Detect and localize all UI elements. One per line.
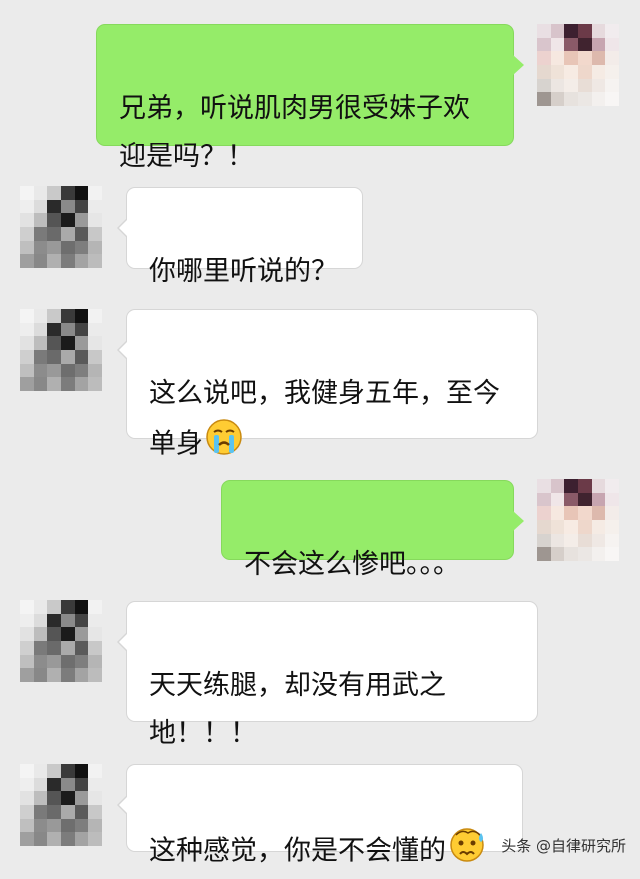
blurred-avatar-image xyxy=(537,479,619,561)
message-bubble-received[interactable]: 天天练腿，却没有用武之 地！！！ xyxy=(117,601,538,749)
sender-avatar[interactable] xyxy=(537,24,619,106)
blurred-avatar-image xyxy=(20,309,102,391)
blurred-avatar-image xyxy=(20,186,102,268)
message-bubble-received[interactable]: 这种感觉，你是不会懂的 xyxy=(117,764,523,867)
message-text: 天天练腿，却没有用武之 地！！！ xyxy=(149,670,446,749)
contact-avatar[interactable] xyxy=(20,309,102,391)
chat-area: 兄弟，听说肌肉男很受妹子欢 迎是吗？！ 你哪里听说的？ 这么说吧，我健身五年，至… xyxy=(0,0,640,870)
message-bubble-sent[interactable]: 兄弟，听说肌肉男很受妹子欢 迎是吗？！ xyxy=(96,24,524,172)
contact-avatar[interactable] xyxy=(20,186,102,268)
contact-avatar[interactable] xyxy=(20,764,102,846)
message-bubble-received[interactable]: 你哪里听说的？ xyxy=(117,187,363,287)
blurred-avatar-image xyxy=(20,764,102,846)
message-bubble-received[interactable]: 这么说吧，我健身五年，至今 单身 xyxy=(117,309,538,460)
contact-avatar[interactable] xyxy=(20,600,102,682)
message-text: 兄弟，听说肌肉男很受妹子欢 迎是吗？！ xyxy=(119,93,470,172)
blurred-avatar-image xyxy=(537,24,619,106)
sender-avatar[interactable] xyxy=(537,479,619,561)
message-text: 不会这么惨吧。。。 xyxy=(244,549,460,580)
message-text: 这种感觉，你是不会懂的 xyxy=(149,835,446,867)
message-text: 这么说吧，我健身五年，至今 单身 xyxy=(149,378,500,460)
blurred-avatar-image xyxy=(20,600,102,682)
message-text: 你哪里听说的？ xyxy=(149,256,338,287)
watermark: 头条 @自律研究所 xyxy=(501,837,626,855)
message-bubble-sent[interactable]: 不会这么惨吧。。。 xyxy=(221,480,524,580)
anxious-sweat-face-emoji-icon xyxy=(448,825,488,879)
crying-face-emoji-icon xyxy=(205,418,243,472)
